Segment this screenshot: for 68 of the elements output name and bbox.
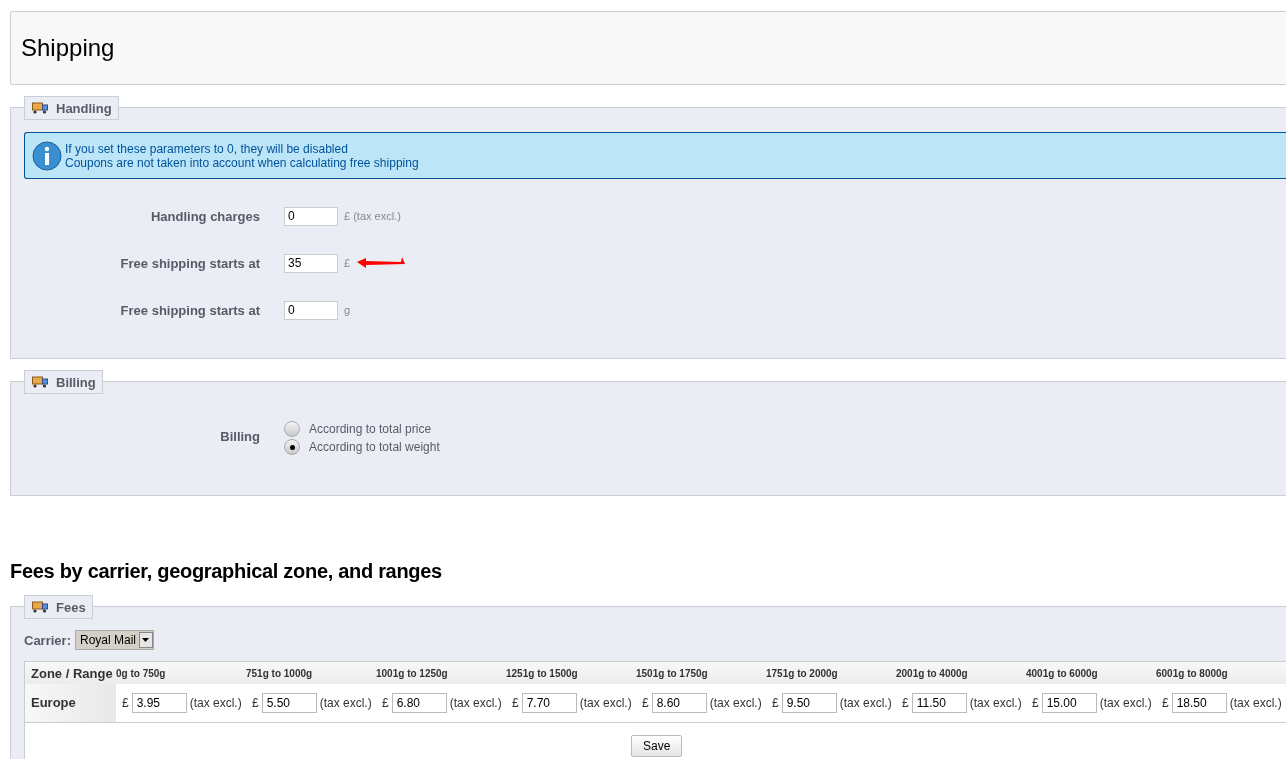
input-field[interactable]: 5.50 (261, 693, 317, 713)
currency-text: £ (642, 696, 649, 710)
table-header: 2001g to 4000g (896, 667, 969, 679)
table-header: 1751g to 2000g (766, 667, 839, 679)
zone-cell: Europe (25, 684, 116, 722)
currency-text: £ (512, 696, 519, 710)
table-header: 1501g to 1750g (636, 667, 709, 679)
table-header: 0g to 750g (116, 667, 167, 679)
tax-text: (tax excl.) (1229, 696, 1282, 710)
currency-text: £ (772, 696, 779, 710)
currency-text: £ (122, 696, 129, 710)
tax-text: (tax excl.) (579, 696, 632, 710)
carrier-dropdown[interactable]: Royal Mail (74, 630, 154, 650)
radio-button[interactable] (284, 421, 300, 437)
tax-text: (tax excl.) (1099, 696, 1152, 710)
info-icon (32, 140, 62, 171)
currency-text: £ (1162, 696, 1169, 710)
input-field[interactable]: 0 (284, 300, 338, 320)
input-field[interactable]: 35 (284, 253, 338, 273)
currency-text: £ (1032, 696, 1039, 710)
save-button[interactable]: Save (631, 735, 683, 757)
field-label: Billing (219, 429, 260, 444)
input-field[interactable]: 6.80 (391, 693, 447, 713)
field-label: Free shipping starts at (119, 302, 260, 318)
tax-text: (tax excl.) (449, 696, 502, 710)
input-field[interactable]: 0 (284, 206, 338, 226)
truck-icon (32, 102, 48, 114)
input-field[interactable]: 8.60 (651, 693, 707, 713)
legend-text: Handling (56, 100, 112, 116)
field-label: Carrier: (24, 632, 71, 648)
input-field[interactable]: 3.95 (131, 693, 187, 713)
input-field[interactable]: 11.50 (911, 693, 967, 713)
input-field[interactable]: 7.70 (521, 693, 577, 713)
arrow-annotation (356, 257, 407, 269)
page-title: Shipping (21, 34, 115, 62)
option-label[interactable]: According to total price (309, 422, 432, 436)
unit-text: g (344, 304, 351, 316)
caret-icon (139, 632, 153, 648)
currency-text: £ (902, 696, 909, 710)
info-text: Coupons are not taken into account when calculating free shipping (65, 155, 419, 170)
table-header: Zone / Range (30, 665, 114, 681)
currency-text: £ (382, 696, 389, 710)
table-header: 6001g to 8000g (1156, 667, 1229, 679)
radio-button[interactable] (284, 439, 300, 455)
truck-icon (32, 601, 48, 613)
input-field[interactable]: 18.50 (1171, 693, 1227, 713)
tax-text: (tax excl.) (839, 696, 892, 710)
option-label[interactable]: According to total weight (309, 440, 440, 454)
truck-icon (32, 376, 48, 388)
field-label: Handling charges (149, 208, 260, 224)
legend-text: Fees (56, 599, 86, 615)
unit-text: £ (344, 257, 351, 269)
currency-text: £ (252, 696, 259, 710)
input-field[interactable]: 15.00 (1041, 693, 1097, 713)
tax-text: (tax excl.) (319, 696, 372, 710)
input-field[interactable]: 9.50 (781, 693, 837, 713)
tax-text: (tax excl.) (189, 696, 242, 710)
tax-text: (tax excl.) (709, 696, 762, 710)
table-header: 1001g to 1250g (376, 667, 449, 679)
tax-text: (tax excl.) (969, 696, 1022, 710)
field-label: Free shipping starts at (119, 255, 260, 271)
table-header: 751g to 1000g (246, 667, 314, 679)
unit-text: £ (tax excl.) (344, 210, 401, 222)
info-text: If you set these parameters to 0, they will be disabled (65, 141, 349, 156)
table-header: 4001g to 6000g (1026, 667, 1099, 679)
legend-text: Billing (56, 374, 96, 390)
table-header: 1251g to 1500g (506, 667, 579, 679)
section-heading: Fees by carrier, geographical zone, and ranges (10, 560, 443, 584)
